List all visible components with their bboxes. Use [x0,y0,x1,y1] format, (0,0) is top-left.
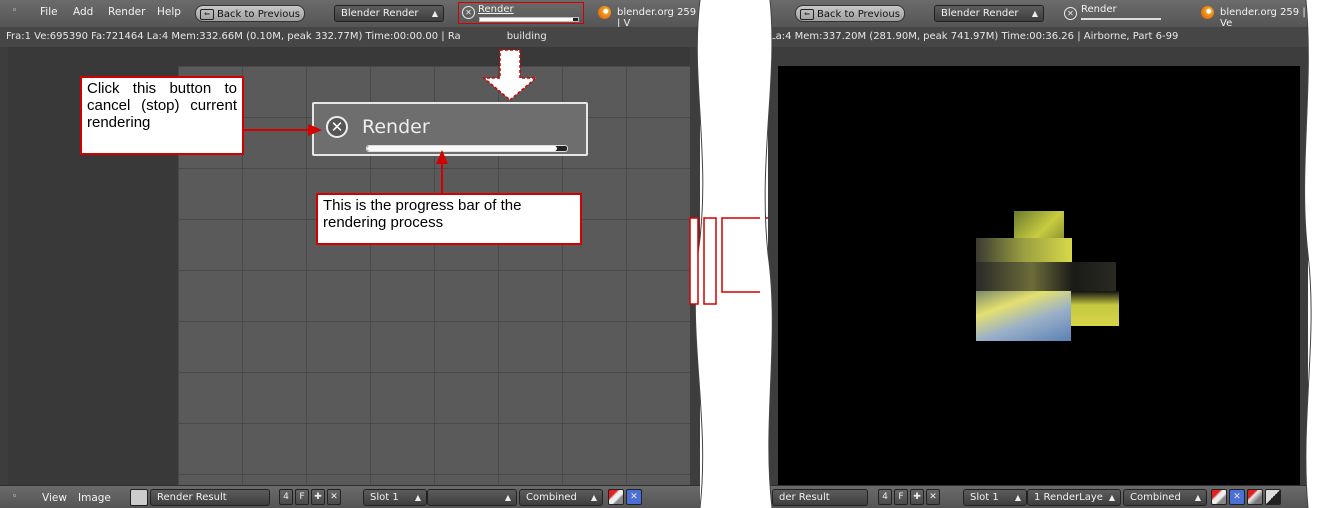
zoomed-progress-fill [367,146,557,151]
bottom-header-right: der Result 4 F ✚ ✕ Slot 1 ▲ 1 RenderLaye ▲… [768,485,1308,508]
render-engine-select[interactable]: Blender Render ▲ [334,5,444,22]
render-status-bar-right: La:4 Mem:337.20M (281.90M, peak 741.97M)… [768,27,1308,47]
updown-arrow-icon: ▲ [1014,493,1021,502]
cancel-render-icon-right[interactable]: ✕ [1064,7,1077,20]
updown-arrow-icon: ▲ [504,493,511,502]
render-engine-select-right[interactable]: Blender Render ▲ [934,5,1044,22]
display-zbuffer-icon[interactable] [1265,489,1281,505]
image-browse-icon[interactable] [130,489,148,506]
render-status-tail: building [506,31,547,42]
render-progress-bar-right [1081,18,1161,20]
blender-version-info-right: blender.org 259 | Ve [1220,7,1306,29]
cancel-render-icon[interactable]: ✕ [462,6,475,19]
torn-edge-right-start [760,0,773,508]
render-result-canvas[interactable] [778,66,1300,486]
render-layer-select[interactable]: ▲ [427,489,517,506]
menu-render[interactable]: Render [108,6,145,18]
back-icon: ⇐ [200,8,215,20]
updown-arrow-icon: ▲ [1194,493,1201,502]
editor-type-icon[interactable]: ◦ [12,6,17,16]
left-screen: ◦ File Add Render Help ⇐ Back to Previous… [0,0,700,508]
image-name-field[interactable]: Render Result [150,489,270,506]
top-header-right: ⇐ Back to Previous Blender Render ▲ ✕ Rend… [768,0,1308,29]
image-name-field-right[interactable]: der Result [772,489,868,506]
callout-progress-text: This is the progress bar of the renderin… [323,197,522,231]
display-alpha-icon[interactable] [1247,489,1263,505]
slot-select[interactable]: Slot 1 ▲ [363,489,427,506]
updown-arrow-icon: ▲ [414,493,421,502]
draw-alpha-icon[interactable] [608,489,624,505]
top-header: ◦ File Add Render Help ⇐ Back to Previous… [0,0,700,29]
unlink-image-icon[interactable]: ✕ [926,489,940,505]
pass-select-right[interactable]: Combined ▲ [1123,489,1207,506]
render-progress-fill [480,18,574,21]
updown-arrow-icon: ▲ [1031,9,1038,18]
zoomed-progress-bar [366,145,568,152]
back-to-previous-label: Back to Previous [217,9,300,20]
menu-file[interactable]: File [40,6,58,18]
menu-add[interactable]: Add [73,6,93,18]
render-tile [1071,291,1119,326]
unlink-image-icon[interactable]: ✕ [327,489,341,505]
pass-value: Combined [526,492,577,503]
new-image-icon[interactable]: ✚ [910,489,924,505]
pass-select[interactable]: Combined ▲ [519,489,603,506]
render-layer-select-right[interactable]: 1 RenderLaye ▲ [1027,489,1121,506]
users-count-right: 4 [878,489,892,505]
slot-select-right[interactable]: Slot 1 ▲ [963,489,1027,506]
render-status-bar: Fra:1 Ve:695390 Fa:721464 La:4 Mem:332.6… [0,27,700,47]
callout-progress-arrow [436,150,448,194]
updown-arrow-icon: ▲ [1108,493,1115,502]
render-tile [976,291,1071,341]
dashed-down-arrow [481,49,539,101]
torn-edge-right-end [1304,0,1331,508]
display-channels-icon[interactable]: ✕ [626,489,642,505]
back-to-previous-button-right[interactable]: ⇐ Back to Previous [795,5,905,22]
pass-value: Combined [1130,492,1181,503]
users-count: 4 [279,489,293,505]
callout-cancel: Click this button to cancel (stop) curre… [80,76,244,155]
callout-cancel-arrow [244,124,322,136]
slot-value: Slot 1 [370,492,399,503]
callout-cancel-text: Click this button to cancel (stop) curre… [87,80,237,131]
render-progress-highlight: ✕ Render [458,2,584,24]
draw-alpha-icon[interactable] [1211,489,1227,505]
slot-value: Slot 1 [970,492,999,503]
fake-user-button[interactable]: F [295,489,309,505]
menu-view[interactable]: View [42,492,67,504]
render-tile [976,238,1072,263]
zoomed-cancel-icon[interactable]: ✕ [326,116,348,138]
display-channels-icon[interactable]: ✕ [1229,489,1245,505]
render-tile [976,262,1116,292]
back-to-previous-label: Back to Previous [817,9,900,20]
render-progress-bar [479,17,579,22]
updown-arrow-icon: ▲ [431,9,438,18]
fake-user-button-right[interactable]: F [894,489,908,505]
render-job-label: Render [478,4,514,15]
render-status-text: Fra:1 Ve:695390 Fa:721464 La:4 Mem:332.6… [6,31,461,42]
back-icon: ⇐ [800,8,815,20]
zoomed-render-label: Render [362,116,430,138]
image-name-value: Render Result [157,492,227,503]
new-image-icon[interactable]: ✚ [311,489,325,505]
bottom-header: ◦ View Image Render Result 4 F ✚ ✕ Slot … [0,485,700,508]
zoomed-render-widget: ✕ Render [312,102,588,156]
back-to-previous-button[interactable]: ⇐ Back to Previous [195,5,305,22]
menu-help[interactable]: Help [157,6,181,18]
render-engine-value: Blender Render [941,8,1019,19]
editor-type-icon-bottom[interactable]: ◦ [12,492,17,502]
right-screen: ⇐ Back to Previous Blender Render ▲ ✕ Rend… [768,0,1308,508]
image-name-value: der Result [779,492,830,503]
layer-value: 1 RenderLaye [1034,492,1103,503]
render-status-text-right: La:4 Mem:337.20M (281.90M, peak 741.97M)… [770,31,1179,42]
render-tile [1014,211,1064,241]
menu-image[interactable]: Image [78,492,111,504]
updown-arrow-icon: ▲ [590,493,597,502]
callout-progress: This is the progress bar of the renderin… [316,193,582,245]
blender-logo-icon [598,6,611,19]
blender-logo-icon [1201,6,1214,19]
render-engine-value: Blender Render [341,8,419,19]
render-job-label-right: Render [1081,4,1117,15]
